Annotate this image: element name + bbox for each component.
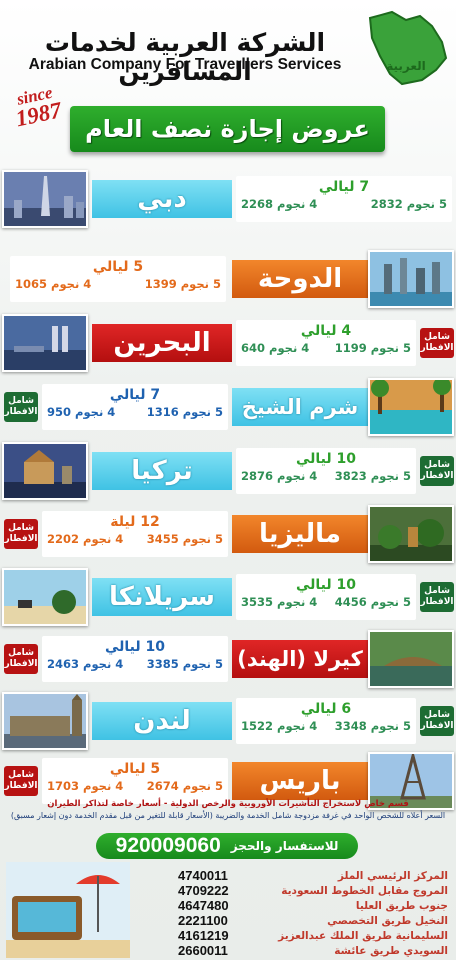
sharm-photo — [368, 378, 454, 436]
beach-suitcase-illustration — [6, 862, 130, 958]
branch-item: جنوب طريق العليا 4647480 — [178, 898, 448, 913]
star5-price: 5 نجوم 1199 — [334, 341, 411, 355]
city-label: دبي — [92, 180, 232, 218]
bahrain-photo — [2, 314, 88, 372]
kerala-photo — [368, 630, 454, 688]
city-label: البحرين — [92, 324, 232, 362]
nights: 10 ليالي — [295, 577, 356, 593]
saudi-map-logo: العربية — [368, 10, 448, 86]
since-badge: since 1987 — [4, 80, 69, 133]
company-title-en: Arabian Company For Traverllers Services — [28, 56, 342, 73]
offer-row-srilanka: سريلانكا 10 ليالي 5 نجوم 4456 4 نجوم 3535… — [0, 568, 456, 628]
star4-price: 4 نجوم 3535 — [241, 595, 318, 609]
offer-box: 5 ليالي 5 نجوم 2674 4 نجوم 1703 — [42, 758, 228, 804]
breakfast-tag: شامل الافطار — [4, 766, 38, 796]
offer-box: 10 ليالي 5 نجوم 3385 4 نجوم 2463 — [42, 636, 228, 682]
offer-row-sharm: شامل الافطار 7 ليالي 5 نجوم 1316 4 نجوم 9… — [0, 378, 456, 438]
star4-price: 4 نجوم 1703 — [47, 779, 124, 793]
city-label: تركيا — [92, 452, 232, 490]
city-label: ماليزيا — [232, 515, 368, 553]
branch-item: السويدي طريق عائشة 2660011 — [178, 943, 448, 958]
offer-row-doha: 5 ليالي 5 نجوم 1399 4 نجوم 1065 الدوحة — [0, 250, 456, 310]
nights: 7 ليالي — [318, 179, 370, 195]
city-label: باريس — [232, 762, 368, 800]
star5-price: 5 نجوم 2832 — [370, 197, 447, 211]
offer-box: 7 ليالي 5 نجوم 2832 4 نجوم 2268 — [236, 176, 452, 222]
star4-price: 4 نجوم 1065 — [15, 277, 92, 291]
offer-row-dubai: دبي 7 ليالي 5 نجوم 2832 4 نجوم 2268 — [0, 170, 456, 230]
offer-box: 4 ليالي 5 نجوم 1199 4 نجوم 640 — [236, 320, 416, 366]
star4-price: 4 نجوم 640 — [241, 341, 310, 355]
city-label: الدوحة — [232, 260, 368, 298]
offer-row-malaysia: شامل الافطار 12 ليلة 5 نجوم 3455 4 نجوم 2… — [0, 505, 456, 565]
srilanka-photo — [2, 568, 88, 626]
breakfast-tag: شامل الافطار — [420, 328, 454, 358]
offer-box: 5 ليالي 5 نجوم 1399 4 نجوم 1065 — [10, 256, 226, 302]
nights: 7 ليالي — [109, 387, 161, 403]
logo-text: العربية — [386, 59, 426, 73]
star5-price: 5 نجوم 3455 — [146, 532, 223, 546]
branch-list: المركز الرئيسي الملز 4740011 المروج مقابل… — [178, 868, 448, 958]
breakfast-tag: شامل الافطار — [420, 706, 454, 736]
city-label: كيرلا (الهند) — [232, 640, 368, 678]
star4-price: 4 نجوم 1522 — [241, 719, 318, 733]
offer-row-bahrain: البحرين 4 ليالي 5 نجوم 1199 4 نجوم 640 شا… — [0, 314, 456, 374]
star5-price: 5 نجوم 1399 — [144, 277, 221, 291]
star5-price: 5 نجوم 3348 — [334, 719, 411, 733]
footer-notes: قسم خاص لاستخراج التأشيرات الأوروبية وال… — [6, 799, 450, 820]
offer-row-kerala: شامل الافطار 10 ليالي 5 نجوم 3385 4 نجوم … — [0, 630, 456, 690]
booking-cta: للاستفسار والحجز 920009060 — [96, 833, 358, 859]
nights: 4 ليالي — [300, 323, 352, 339]
branch-item: النخيل طريق التخصصي 2221100 — [178, 913, 448, 928]
nights: 10 ليالي — [104, 639, 165, 655]
offer-box: 10 ليالي 5 نجوم 3823 4 نجوم 2876 — [236, 448, 416, 494]
dubai-photo — [2, 170, 88, 228]
offer-box: 12 ليلة 5 نجوم 3455 4 نجوم 2202 — [42, 511, 228, 557]
malaysia-photo — [368, 505, 454, 563]
star4-price: 4 نجوم 950 — [47, 405, 116, 419]
star4-price: 4 نجوم 2876 — [241, 469, 318, 483]
star5-price: 5 نجوم 2674 — [146, 779, 223, 793]
star5-price: 5 نجوم 1316 — [146, 405, 223, 419]
offer-row-london: لندن 6 ليالي 5 نجوم 3348 4 نجوم 1522 شامل… — [0, 692, 456, 752]
cta-phone: 920009060 — [115, 834, 221, 857]
visa-note: قسم خاص لاستخراج التأشيرات الأوروبية وال… — [47, 799, 409, 809]
city-label: شرم الشيخ — [232, 388, 368, 426]
star4-price: 4 نجوم 2463 — [47, 657, 124, 671]
star5-price: 5 نجوم 4456 — [334, 595, 411, 609]
branch-item: المروج مقابل الخطوط السعودية 4709222 — [178, 883, 448, 898]
nights: 5 ليالي — [109, 761, 161, 777]
breakfast-tag: شامل الافطار — [4, 519, 38, 549]
offer-box: 10 ليالي 5 نجوم 4456 4 نجوم 3535 — [236, 574, 416, 620]
star5-price: 5 نجوم 3385 — [146, 657, 223, 671]
doha-photo — [368, 250, 454, 308]
breakfast-tag: شامل الافطار — [420, 582, 454, 612]
breakfast-tag: شامل الافطار — [4, 392, 38, 422]
breakfast-tag: شامل الافطار — [420, 456, 454, 486]
city-label: لندن — [92, 702, 232, 740]
nights: 10 ليالي — [295, 451, 356, 467]
star4-price: 4 نجوم 2202 — [47, 532, 124, 546]
city-label: سريلانكا — [92, 578, 232, 616]
offer-row-turkey: تركيا 10 ليالي 5 نجوم 3823 4 نجوم 2876 شا… — [0, 442, 456, 502]
cta-label: للاستفسار والحجز — [230, 839, 339, 853]
nights: 12 ليلة — [110, 514, 160, 530]
turkey-photo — [2, 442, 88, 500]
offer-box: 6 ليالي 5 نجوم 3348 4 نجوم 1522 — [236, 698, 416, 744]
offers-banner: عروض إجازة نصف العام — [70, 106, 385, 152]
banner-title: عروض إجازة نصف العام — [85, 115, 370, 143]
london-photo — [2, 692, 88, 750]
nights: 6 ليالي — [300, 701, 352, 717]
breakfast-tag: شامل الافطار — [4, 644, 38, 674]
poster: العربية الشركة العربية لخدمات المسافرين … — [0, 0, 456, 960]
offer-box: 7 ليالي 5 نجوم 1316 4 نجوم 950 — [42, 384, 228, 430]
nights: 5 ليالي — [92, 259, 144, 275]
branch-item: السليمانية طريق الملك عبدالعزيز 4161219 — [178, 928, 448, 943]
star5-price: 5 نجوم 3823 — [334, 469, 411, 483]
price-note: السعر أعلاه للشخص الواحد في غرفة مزدوجة … — [10, 811, 446, 820]
branch-item: المركز الرئيسي الملز 4740011 — [178, 868, 448, 883]
star4-price: 4 نجوم 2268 — [241, 197, 318, 211]
